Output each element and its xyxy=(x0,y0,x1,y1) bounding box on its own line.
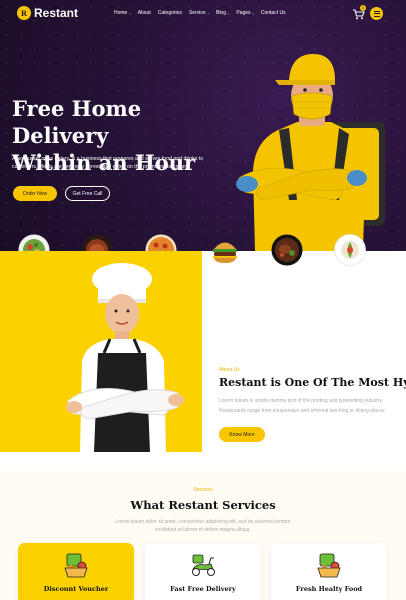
brand-mark-icon: R xyxy=(17,6,31,20)
services-tag: Services xyxy=(193,487,213,493)
chevron-down-icon: › xyxy=(207,10,209,16)
order-now-button[interactable]: Order Now xyxy=(13,186,57,201)
veggie-basket-icon xyxy=(317,553,341,578)
about-tag: About Us xyxy=(219,367,240,373)
about-title: Restant is One Of The Most Hygienic xyxy=(219,376,406,389)
nav-label: Home xyxy=(114,10,128,16)
main-menu: Home › About Categories Service › Blog › Pa… xyxy=(114,10,286,16)
know-more-button[interactable]: Know More xyxy=(219,427,265,442)
brand-name: Restant xyxy=(34,6,79,20)
service-card-title: Fast Free Delivery xyxy=(170,585,236,593)
hamburger-menu-button[interactable] xyxy=(370,7,383,20)
service-card-title: Discount Voucher xyxy=(43,585,109,593)
chevron-down-icon: › xyxy=(252,10,254,16)
about-description-line-2: Restaurants range from inexpensive and i… xyxy=(219,408,385,414)
brand-logo[interactable]: R Restant xyxy=(17,6,78,20)
chef-image xyxy=(66,263,184,452)
service-card-discount-voucher[interactable]: Discount Voucher xyxy=(18,543,134,600)
nav-item-about[interactable]: About xyxy=(138,10,151,16)
nav-label: Contact Us xyxy=(260,10,286,16)
scooter-icon xyxy=(192,554,215,576)
services-description-line-1: Lorem ipsum dolor sit amet, consectetur … xyxy=(115,519,291,525)
delivery-man-image xyxy=(236,54,385,251)
services-title: What Restant Services xyxy=(130,498,276,512)
nav-item-categories[interactable]: Categories xyxy=(158,10,182,16)
nav-label: About xyxy=(137,10,151,16)
nav-item-service[interactable]: Service › xyxy=(189,10,209,16)
nav-item-home[interactable]: Home › xyxy=(114,10,131,16)
hamburger-icon xyxy=(373,10,380,12)
cart-count-badge: 0 xyxy=(360,5,366,11)
grilled-meat-icon[interactable] xyxy=(271,234,303,266)
hero-title-line-1: Free Home Delivery xyxy=(12,96,142,148)
chevron-down-icon: › xyxy=(228,10,230,16)
burger-icon[interactable] xyxy=(209,234,241,266)
services-description-line-2: incididunt ut labore et dolore magna ali… xyxy=(155,527,251,533)
service-card-title: Fresh Healty Food xyxy=(295,585,363,593)
services-description: Lorem ipsum dolor sit amet, consectetur … xyxy=(100,518,306,534)
dessert-plate-icon[interactable] xyxy=(334,234,366,266)
service-card-fresh-healty-food[interactable]: Fresh Healty Food xyxy=(271,543,387,600)
chevron-down-icon: › xyxy=(129,10,131,16)
cart-button[interactable]: 0 xyxy=(352,5,366,20)
top-navbar: R Restant Home › About Categories Service… xyxy=(0,0,406,26)
nav-label: Service xyxy=(188,10,206,16)
nav-item-contact[interactable]: Contact Us xyxy=(261,10,286,16)
hero-section: R Restant Home › About Categories Service… xyxy=(0,0,406,251)
nav-item-pages[interactable]: Pages › xyxy=(236,10,254,16)
nav-label: Pages xyxy=(236,10,251,16)
nav-item-blog[interactable]: Blog › xyxy=(216,10,229,16)
nav-label: Categories xyxy=(157,10,182,16)
veggie-basket-icon xyxy=(64,553,88,578)
about-description-line-1: Lorem Ipsum is simply dummy text of the … xyxy=(219,398,383,404)
about-description: Lorem Ipsum is simply dummy text of the … xyxy=(219,396,406,416)
get-free-call-button[interactable]: Get Free Call xyxy=(65,186,110,201)
hero-description: A restaurant or an eatery, is a business… xyxy=(12,156,204,170)
service-card-fast-free-delivery[interactable]: Fast Free Delivery xyxy=(145,543,261,600)
nav-label: Blog xyxy=(215,10,226,16)
